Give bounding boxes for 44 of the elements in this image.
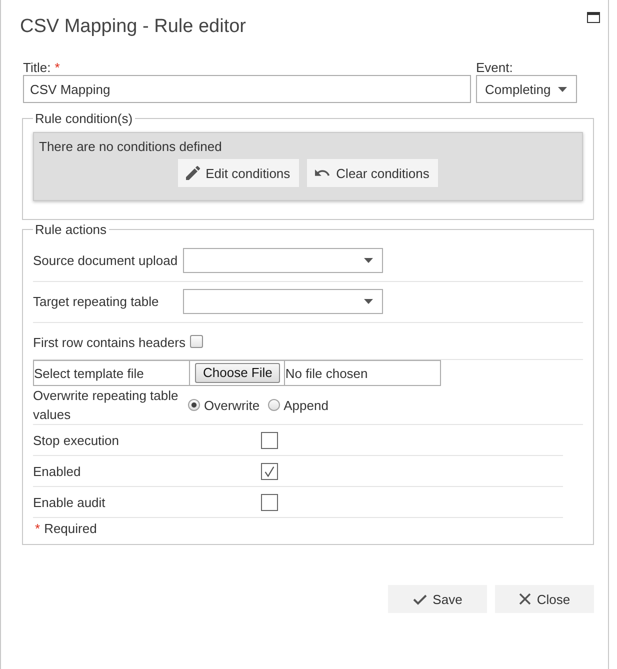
caret-icon [558,86,567,92]
caret-icon [364,258,373,263]
check-icon [412,594,427,604]
event-dropdown[interactable]: Completing [476,75,577,103]
checkbox[interactable] [261,494,278,510]
edit-conditions-button[interactable]: Edit conditions [178,159,300,187]
file-status: No file chosen [285,366,368,380]
required-mark: * [35,521,40,537]
field-label: Stop execution [33,432,120,450]
caret-icon [364,299,373,304]
conditions-legend: Rule condition(s) [33,111,135,126]
field-label: Event: [476,60,513,75]
actions-legend: Rule actions [33,222,109,237]
field-label: Enable audit [33,494,106,512]
field-label: Title: [23,60,51,75]
radio-button[interactable] [188,399,200,411]
radio-button[interactable] [268,399,280,411]
choose-file-button[interactable]: Choose File [195,363,280,383]
pencil-icon [186,166,200,180]
checkbox[interactable] [190,334,204,348]
clear-conditions-button[interactable]: Clear conditions [307,159,438,187]
window-title: CSV Mapping - Rule editor [20,15,246,39]
required-mark: * [54,60,60,75]
radio-label: Overwrite [204,398,260,412]
field-label: Enabled [33,462,82,480]
maximize-icon[interactable] [587,12,600,23]
field-label: Source document upload [33,252,179,270]
field-label: Overwrite repeating table values [33,387,180,424]
dropdown-field[interactable] [183,248,383,273]
conditions-message: There are no conditions defined [39,139,223,155]
radio-label: Append [284,398,328,412]
title-input[interactable]: CSV Mapping [23,75,471,103]
close-button[interactable]: Close [495,585,594,613]
field-label: Target repeating table [33,293,160,311]
checkbox[interactable] [261,462,278,480]
save-button[interactable]: Save [388,585,487,613]
required-note: Required [44,521,97,537]
field-label: Select template file [34,364,145,382]
undo-icon [315,169,330,177]
close-icon [518,593,531,605]
field-label: First row contains headers [33,334,186,352]
checkbox[interactable] [261,432,278,448]
file-input[interactable]: Choose File No file chosen [189,360,441,386]
dropdown-field[interactable] [183,289,383,314]
